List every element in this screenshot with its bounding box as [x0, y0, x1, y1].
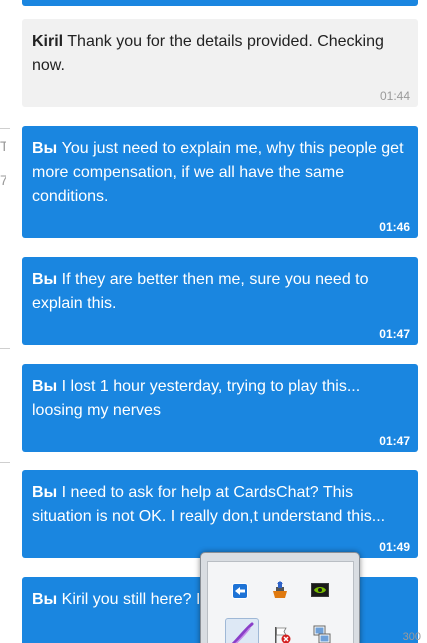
message-time: 01:49: [379, 540, 410, 554]
message-time: 01:47: [379, 434, 410, 448]
message-time: 01:44: [379, 89, 410, 103]
message-bubble-outgoing: Вы You just need to explain me, why this…: [22, 126, 418, 238]
chat-window: T 7 Kiril Thank you for the details prov…: [0, 0, 427, 643]
message-bubble-outgoing: Вы I need to ask for help at CardsChat? …: [22, 470, 418, 558]
message-text: Thank you for the details provided. Chec…: [32, 33, 384, 74]
message-author: Вы: [32, 591, 58, 608]
pen-tablet-icon[interactable]: [225, 618, 259, 643]
message-time: 01:47: [379, 327, 410, 341]
message-author: Вы: [32, 484, 58, 501]
message-author: Вы: [32, 378, 58, 395]
message-bubble-outgoing: Вы I lost 1 hour yesterday, trying to pl…: [22, 364, 418, 452]
edge-char: T: [0, 138, 6, 154]
tray-overflow-popup: [200, 552, 360, 643]
action-center-flag-icon[interactable]: [271, 624, 293, 643]
network-icon[interactable]: [311, 624, 333, 643]
message-time: 01:46: [379, 220, 410, 234]
message-bubble-outgoing: [22, 0, 418, 6]
edge-char: 7: [0, 172, 6, 188]
nvidia-icon[interactable]: [309, 579, 331, 601]
message-author: Kiril: [32, 33, 64, 50]
teamviewer-icon[interactable]: [229, 580, 251, 602]
message-text: I need to ask for help at CardsChat? Thi…: [32, 484, 386, 525]
message-text: Kiril you still here? I: [57, 591, 201, 608]
message-text: I lost 1 hour yesterday, trying to play …: [32, 378, 361, 419]
edge-divider: [0, 462, 10, 463]
edge-divider: [0, 348, 10, 349]
corner-number: 300: [402, 631, 421, 643]
edge-divider: [0, 128, 10, 129]
message-bubble-outgoing: Вы If they are better then me, sure you …: [22, 257, 418, 345]
message-text: If they are better then me, sure you nee…: [32, 271, 369, 312]
message-bubble-incoming: Kiril Thank you for the details provided…: [22, 19, 418, 107]
java-update-icon[interactable]: [269, 579, 291, 601]
message-text: You just need to explain me, why this pe…: [32, 140, 404, 205]
message-author: Вы: [32, 140, 58, 157]
tray-icon-grid: [207, 561, 354, 643]
message-author: Вы: [32, 271, 58, 288]
